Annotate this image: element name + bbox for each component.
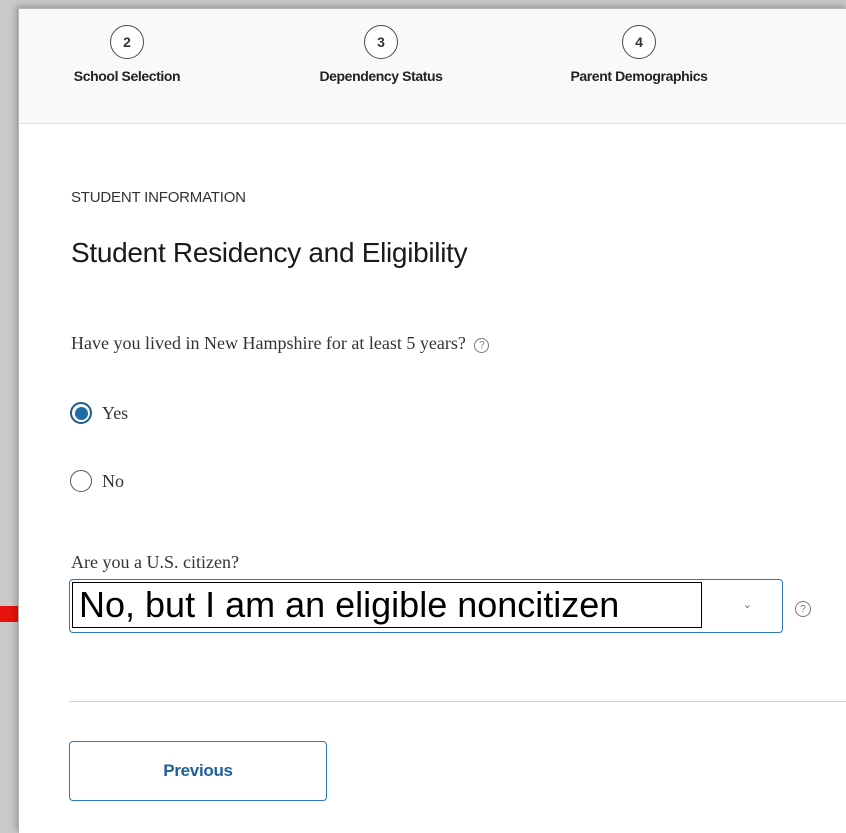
progress-stepper: 2 School Selection 3 Dependency Status 4… — [19, 9, 846, 124]
step-school-selection[interactable]: 2 School Selection — [37, 25, 217, 84]
chevron-down-icon: ⌄ — [742, 599, 752, 611]
residency-question-label: Have you lived in New Hampshire for at l… — [71, 333, 490, 354]
residency-question-text: Have you lived in New Hampshire for at l… — [71, 333, 466, 353]
radio-unchecked-icon — [70, 470, 92, 492]
help-icon[interactable]: ? — [474, 338, 490, 353]
divider — [69, 701, 846, 702]
help-icon[interactable]: ? — [795, 601, 811, 617]
radio-yes[interactable]: Yes — [70, 402, 128, 424]
step-label: Dependency Status — [319, 68, 443, 84]
step-parent-demographics[interactable]: 4 Parent Demographics — [549, 25, 729, 84]
step-number-circle: 3 — [364, 25, 398, 59]
citizenship-question-label: Are you a U.S. citizen? — [71, 552, 239, 572]
citizenship-select[interactable]: No, but I am an eligible noncitizen ⌄ — [69, 579, 783, 633]
section-eyebrow: STUDENT INFORMATION — [71, 189, 246, 206]
step-label: Parent Demographics — [570, 68, 708, 84]
step-next-truncated[interactable]: Pa — [827, 25, 846, 84]
radio-yes-label: Yes — [102, 402, 129, 423]
app-window: 2 School Selection 3 Dependency Status 4… — [18, 8, 846, 833]
radio-checked-icon — [70, 402, 92, 424]
radio-no[interactable]: No — [70, 470, 124, 492]
radio-no-label: No — [102, 470, 124, 491]
step-number-circle: 4 — [622, 25, 656, 59]
step-label: Pa — [827, 68, 846, 84]
step-label: School Selection — [73, 68, 181, 84]
previous-button[interactable]: Previous — [69, 741, 327, 801]
step-number-circle: 2 — [110, 25, 144, 59]
step-dependency-status[interactable]: 3 Dependency Status — [291, 25, 471, 84]
page-title: Student Residency and Eligibility — [71, 237, 468, 268]
citizenship-selected-value: No, but I am an eligible noncitizen — [72, 582, 702, 628]
